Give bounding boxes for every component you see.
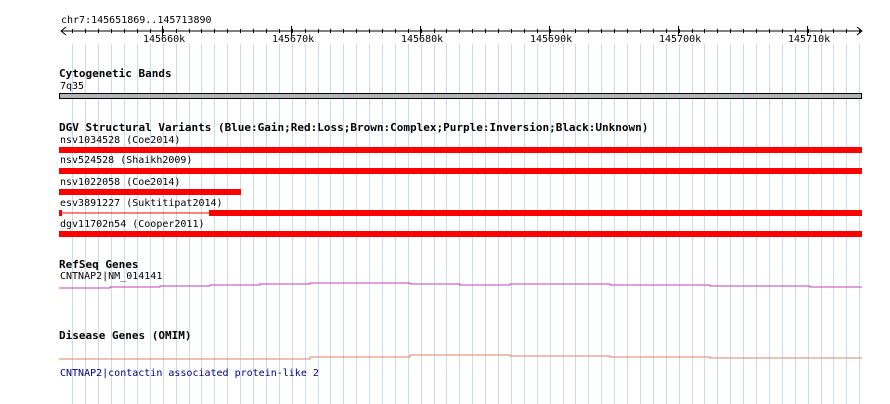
cytoband-label[interactable]: 7q35 [60,81,84,92]
variant-bar[interactable] [59,147,862,153]
omim-gene-model[interactable] [0,348,890,362]
tick-label: 145660k [143,34,186,45]
dgv-track-title: DGV Structural Variants (Blue:Gain;Red:L… [59,121,649,134]
cytoband-bar[interactable] [59,93,862,99]
variant-label[interactable]: dgv11702n54 (Cooper2011) [60,219,205,230]
ruler [60,26,863,36]
variant-bar[interactable] [59,231,862,237]
omim-track-title: Disease Genes (OMIM) [59,329,192,342]
omim-gene-link[interactable]: CNTNAP2|contactin associated protein-lik… [60,368,319,379]
refseq-gene-model[interactable] [0,280,890,292]
tick-label: 145690k [530,34,573,45]
cytoband-track-title: Cytogenetic Bands [59,67,172,80]
refseq-track-title: RefSeq Genes [59,258,139,271]
tick-label: 145710k [788,34,831,45]
variant-label[interactable]: nsv1034528 (Coe2014) [60,135,180,146]
variant-label[interactable]: nsv524528 (Shaikh2009) [60,155,192,166]
tick-label: 145700k [659,34,702,45]
variant-label[interactable]: nsv1022058 (Coe2014) [60,177,180,188]
variant-bar[interactable] [59,168,862,174]
variant-label[interactable]: esv3891227 (Suktitipat2014) [60,198,223,209]
variant-gap-line [59,212,209,214]
tick-label: 145680k [401,34,444,45]
tick-label: 145670k [272,34,315,45]
variant-bar[interactable] [59,189,241,195]
variant-bar-segment[interactable] [209,210,862,216]
